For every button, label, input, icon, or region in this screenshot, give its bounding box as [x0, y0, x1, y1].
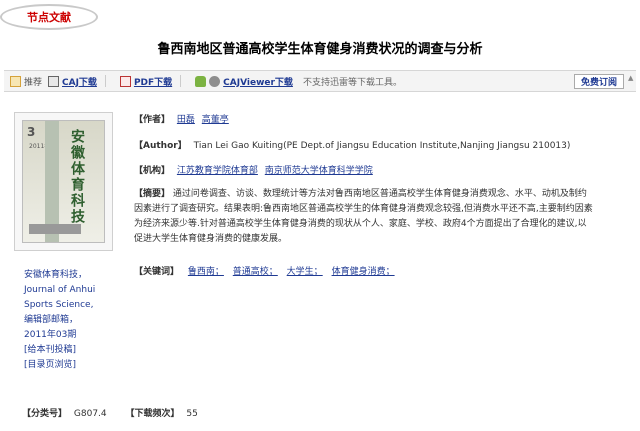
pdf-download-item[interactable]: PDF下载	[119, 71, 172, 91]
journal-issue[interactable]: 2011年03期	[24, 328, 116, 343]
submit-to-journal-link[interactable]: [给本刊投稿]	[24, 343, 116, 358]
keywords-row: 【关键词】 鲁西南； 普通高校； 大学生； 体育健身消费；	[134, 264, 634, 277]
keyword-link[interactable]: 鲁西南；	[188, 267, 224, 277]
bottom-info: 【分类号】 G807.4 【下载频次】 55	[22, 406, 214, 419]
downloads-label: 【下载频次】	[125, 409, 180, 419]
toolbar-divider	[104, 75, 106, 87]
abstract-block: 【摘要】 通过问卷调查、访谈、数理统计等方法对鲁西南地区普通高校学生体育健身消费…	[134, 187, 634, 247]
pdf-icon	[119, 75, 131, 87]
article-page: 节点文献 鲁西南地区普通高校学生体育健身消费状况的调查与分析 推荐 CAJ下载 …	[0, 0, 640, 431]
authors-label: 【作者】	[134, 115, 171, 125]
cajviewer-download-link[interactable]: CAJViewer下载	[223, 75, 293, 88]
journal-name-cn[interactable]: 安徽体育科技，	[24, 268, 116, 283]
institutions-label: 【机构】	[134, 166, 171, 176]
cover-issue-number: 3	[27, 125, 36, 139]
cover-title: 安徽体育科技	[69, 129, 85, 225]
download-toolbar: 推荐 CAJ下载 PDF下载 CAJViewer下载 不支持迅雷等下载工具。 免…	[4, 70, 636, 92]
apple-icon	[209, 75, 221, 87]
caj-icon	[48, 75, 60, 87]
node-document-tag: 节点文献	[0, 4, 98, 30]
recommend-label[interactable]: 推荐	[24, 75, 42, 88]
keyword-link[interactable]: 大学生；	[287, 267, 323, 277]
recommend-icon	[10, 75, 21, 87]
download-tool-note: 不支持迅雷等下载工具。	[302, 77, 402, 88]
browse-toc-link[interactable]: [目录页浏览]	[24, 358, 116, 373]
keywords-label: 【关键词】	[134, 267, 180, 277]
caj-download-item[interactable]: CAJ下载	[48, 71, 97, 91]
downloads-value: 55	[186, 409, 198, 419]
article-title: 鲁西南地区普通高校学生体育健身消费状况的调查与分析	[157, 42, 483, 57]
institutions-row: 【机构】 江苏教育学院体育部 南京师范大学体育科学学院	[134, 163, 634, 176]
scroll-up-icon[interactable]: ▲	[628, 74, 636, 88]
journal-cover[interactable]: 3 2011年 安徽体育科技	[14, 112, 113, 251]
classification-value: G807.4	[73, 409, 107, 419]
node-document-label: 节点文献	[27, 11, 71, 24]
abstract-line-3: 为经济来源少等.针对普通高校学生体育健身消费的现状从个人、家庭、学校、政府4个方…	[134, 219, 587, 229]
authors-row: 【作者】 田磊 高董亭	[134, 112, 634, 125]
abstract-text-1: 通过问卷调查、访谈、数理统计等方法对鲁西南地区普通高校学生体育健身消费观念、水平…	[172, 189, 587, 199]
abstract-line-1: 【摘要】 通过问卷调查、访谈、数理统计等方法对鲁西南地区普通高校学生体育健身消费…	[134, 187, 634, 202]
keyword-link[interactable]: 体育健身消费；	[332, 267, 395, 277]
abstract-line-2: 因素进行了调查研究。结果表明:鲁西南地区普通高校学生的体育健身消费观念较强,但消…	[134, 204, 593, 214]
author-link[interactable]: 高董亭	[202, 115, 229, 125]
journal-name-en-2[interactable]: Sports Science,	[24, 298, 116, 313]
institution-link[interactable]: 南京师范大学体育科学学院	[265, 166, 373, 176]
subscribe-button[interactable]: 免费订阅	[573, 74, 624, 89]
author-link[interactable]: 田磊	[177, 115, 195, 125]
cover-image: 3 2011年 安徽体育科技	[22, 120, 105, 243]
author-en-label: 【Author】	[134, 141, 187, 151]
author-en-row: 【Author】 Tian Lei Gao Kuiting(PE Dept.of…	[134, 138, 634, 151]
recommend-item[interactable]: 推荐	[10, 71, 42, 91]
android-icon	[195, 75, 207, 87]
journal-email[interactable]: 编辑部邮箱，	[24, 313, 116, 328]
abstract-label: 【摘要】	[134, 189, 171, 199]
toolbar-divider	[180, 75, 182, 87]
journal-info: 安徽体育科技， Journal of Anhui Sports Science,…	[24, 268, 116, 373]
abstract-line-4: 促进大学生体育健身消费的健康发展。	[134, 234, 288, 244]
cover-barcode	[29, 224, 81, 234]
caj-download-link[interactable]: CAJ下载	[62, 75, 97, 88]
pdf-download-link[interactable]: PDF下载	[134, 75, 172, 88]
journal-name-en-1[interactable]: Journal of Anhui	[24, 283, 116, 298]
keyword-link[interactable]: 普通高校；	[233, 267, 278, 277]
author-en-text: Tian Lei Gao Kuiting(PE Dept.of Jiangsu …	[193, 141, 571, 151]
cajviewer-download-item[interactable]: CAJViewer下载	[195, 71, 293, 91]
institution-link[interactable]: 江苏教育学院体育部	[177, 166, 258, 176]
classification-label: 【分类号】	[22, 409, 68, 419]
